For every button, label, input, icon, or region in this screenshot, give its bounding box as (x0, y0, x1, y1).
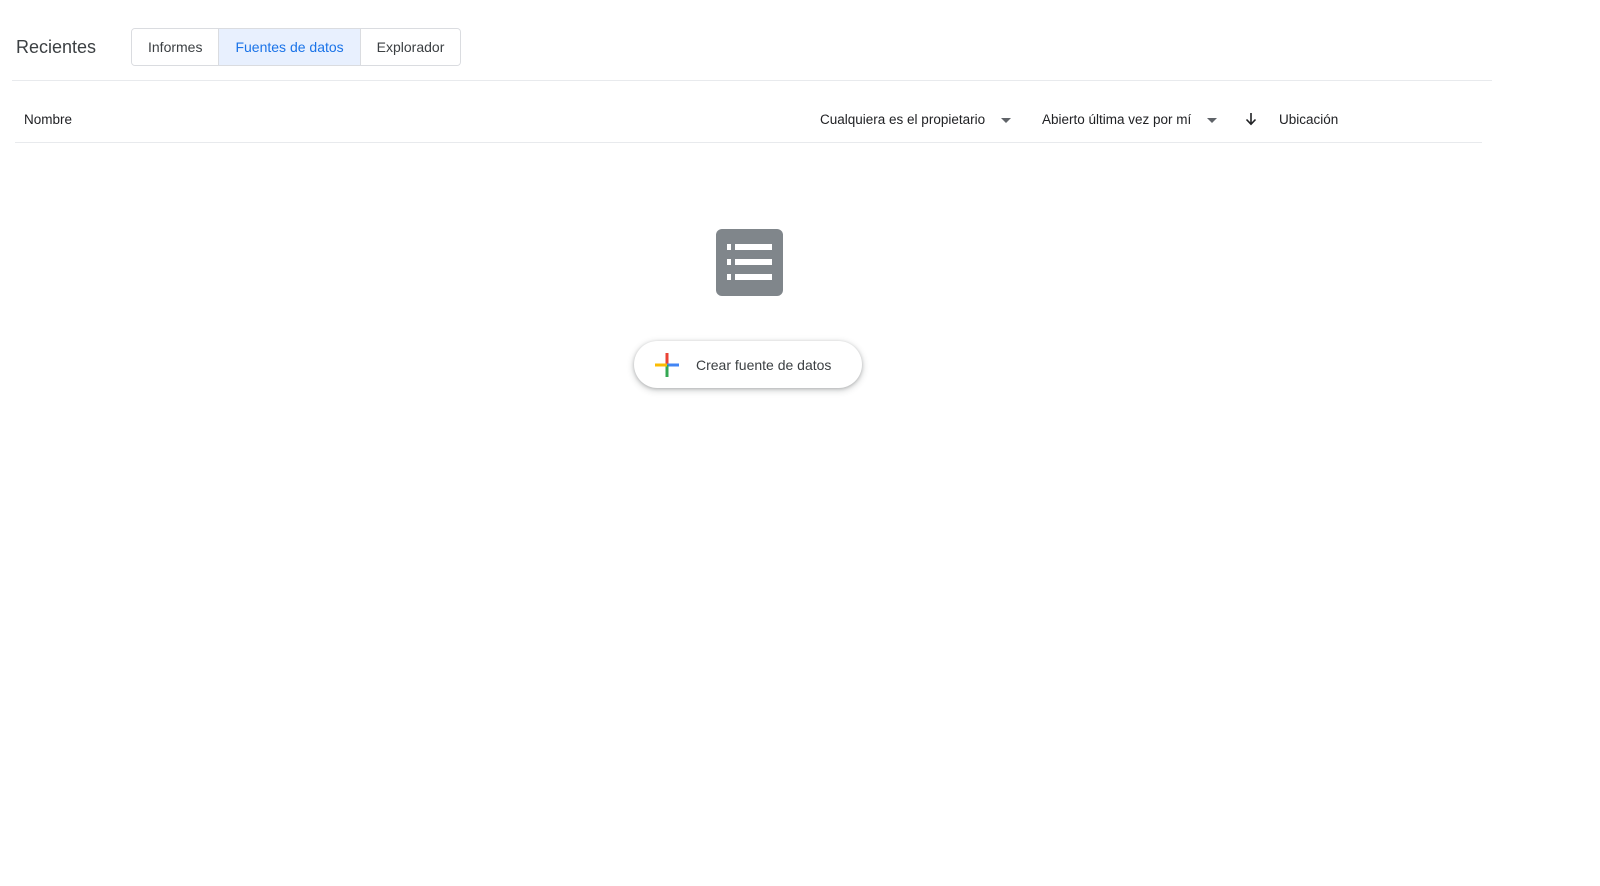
opened-filter-label: Abierto última vez por mí (1042, 112, 1192, 127)
owner-filter-label: Cualquiera es el propietario (820, 112, 986, 127)
page-title: Recientes (16, 37, 97, 57)
list-icon (716, 229, 783, 296)
plus-icon (655, 352, 679, 377)
tab-explorador[interactable]: Explorador (360, 29, 461, 65)
column-header-row: Nombre Cualquiera es el propietario Abie… (15, 100, 1482, 143)
sort-arrow-down-icon[interactable] (1243, 109, 1259, 129)
page: Recientes Informes Fuentes de datos Expl… (0, 0, 1600, 886)
owner-filter-dropdown[interactable]: Cualquiera es el propietario (820, 112, 1012, 127)
opened-filter-dropdown[interactable]: Abierto última vez por mí (1042, 112, 1218, 127)
header-row: Recientes Informes Fuentes de datos Expl… (12, 0, 1492, 81)
column-location[interactable]: Ubicación (1279, 112, 1338, 127)
chevron-down-icon (1207, 118, 1218, 123)
chevron-down-icon (1001, 118, 1012, 123)
tab-informes[interactable]: Informes (132, 29, 220, 65)
create-data-source-button[interactable]: Crear fuente de datos (634, 341, 862, 388)
tab-fuentes-de-datos[interactable]: Fuentes de datos (219, 29, 361, 65)
tab-group: Informes Fuentes de datos Explorador (131, 28, 462, 66)
create-data-source-label: Crear fuente de datos (696, 356, 832, 373)
column-name[interactable]: Nombre (24, 112, 72, 127)
